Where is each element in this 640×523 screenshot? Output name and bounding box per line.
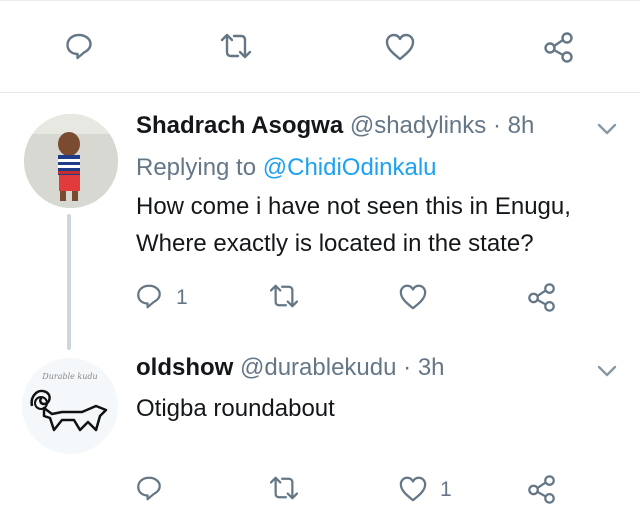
chevron-down-icon[interactable] [596, 122, 618, 136]
mention-link[interactable]: @ChidiOdinkalu [263, 154, 437, 181]
display-name[interactable]: oldshow [136, 354, 233, 381]
tweet-text-line: Otigba roundabout [136, 395, 335, 422]
top-divider [0, 0, 640, 1]
avatar[interactable] [24, 114, 118, 208]
handle[interactable]: @shadylinks [350, 112, 486, 139]
tweet-text-line: Where exactly is located in the state? [136, 230, 534, 257]
like-icon[interactable] [398, 475, 428, 503]
separator: · [492, 112, 501, 139]
replying-to: Replying to @ChidiOdinkalu [136, 154, 437, 182]
reply-icon[interactable] [135, 282, 163, 310]
reply-icon[interactable] [135, 474, 163, 502]
like-icon[interactable] [398, 283, 428, 311]
previous-tweet-actions [0, 0, 640, 93]
replying-label: Replying to [136, 154, 257, 181]
reply-icon[interactable] [64, 31, 94, 61]
tweet-text: Otigba roundabout [136, 390, 626, 427]
like-icon[interactable] [384, 32, 416, 62]
share-icon[interactable] [526, 282, 558, 312]
reply-count: 1 [176, 286, 188, 309]
like-count: 1 [440, 478, 452, 501]
avatar-caption: Durable kudu [42, 372, 98, 381]
tweet-text: How come i have not seen this in Enugu, … [136, 188, 626, 262]
separator: · [403, 354, 412, 381]
retweet-icon[interactable] [268, 283, 300, 309]
timestamp[interactable]: 8h [508, 112, 535, 139]
avatar[interactable]: Durable kudu [22, 358, 118, 454]
tweet-header: Shadrach Asogwa @shadylinks · 8h [136, 112, 534, 140]
chevron-down-icon[interactable] [596, 364, 618, 378]
share-icon[interactable] [526, 474, 558, 504]
reply-tweet[interactable]: Shadrach Asogwa @shadylinks · 8h Replyin… [0, 92, 640, 350]
display-name[interactable]: Shadrach Asogwa [136, 112, 343, 139]
avatar-photo [24, 114, 118, 208]
retweet-icon[interactable] [219, 32, 253, 60]
retweet-icon[interactable] [268, 475, 300, 501]
tweet-header: oldshow @durablekudu · 3h [136, 354, 445, 382]
reply-tweet[interactable]: Durable kudu oldshow @durablekudu · 3h O… [0, 340, 640, 523]
handle[interactable]: @durablekudu [240, 354, 396, 381]
thread-line [67, 214, 71, 350]
tweet-text-line: How come i have not seen this in Enugu, [136, 193, 571, 220]
timestamp[interactable]: 3h [418, 354, 445, 381]
share-icon[interactable] [542, 31, 576, 63]
